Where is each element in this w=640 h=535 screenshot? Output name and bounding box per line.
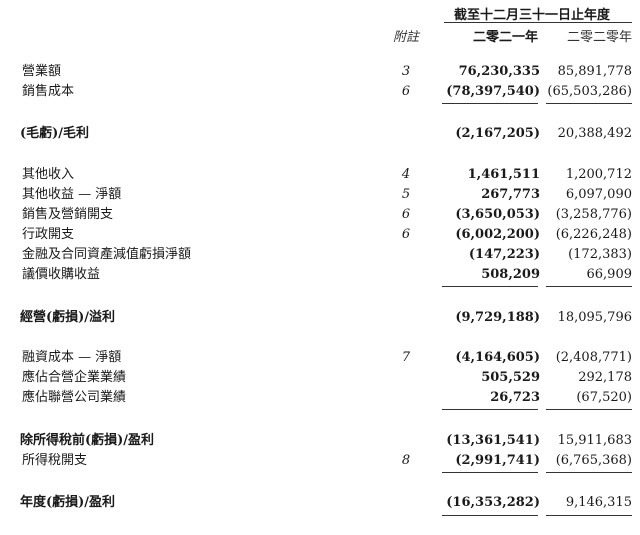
row-value-2020: (3,258,776) bbox=[555, 207, 632, 222]
row-label: 除所得稅前(虧損)/盈利 bbox=[20, 433, 155, 448]
table-row-cost-of-sales: 銷售成本 6 (78,397,540) (65,503,286) bbox=[0, 82, 640, 102]
row-label: 銷售成本 bbox=[22, 84, 75, 99]
row-value-2020: 85,891,778 bbox=[557, 64, 632, 79]
row-note: 6 bbox=[401, 84, 411, 99]
table-row-year-result: 年度(虧損)/盈利 (16,353,282) 9,146,315 bbox=[0, 493, 640, 513]
row-value-2020: 292,178 bbox=[578, 370, 632, 385]
subtotal-rule bbox=[546, 286, 632, 287]
row-label: 行政開支 bbox=[22, 227, 75, 242]
row-label: 議價收購收益 bbox=[22, 267, 101, 282]
table-row-associates: 應佔聯營公司業績 26,723 (67,520) bbox=[0, 388, 640, 408]
row-value-2020: (6,765,368) bbox=[555, 453, 632, 468]
table-row-revenue: 營業額 3 76,230,335 85,891,778 bbox=[0, 62, 640, 82]
row-value-2020: (6,226,248) bbox=[555, 227, 632, 242]
period-heading: 截至十二月三十一日止年度 bbox=[453, 8, 610, 23]
table-row-operating-result: 經營(虧損)/溢利 (9,729,188) 18,095,796 bbox=[0, 308, 640, 328]
table-row-other-income: 其他收入 4 1,461,511 1,200,712 bbox=[0, 165, 640, 185]
row-note: 4 bbox=[401, 167, 411, 182]
table-row-other-gains: 其他收益 — 淨額 5 267,773 6,097,090 bbox=[0, 185, 640, 205]
row-value-2021: 26,723 bbox=[490, 390, 540, 405]
row-label: 金融及合同資產減值虧損淨額 bbox=[22, 247, 192, 262]
row-value-2021: (2,167,205) bbox=[455, 126, 540, 141]
row-value-2021: 76,230,335 bbox=[458, 64, 540, 79]
row-label: 營業額 bbox=[22, 64, 62, 79]
row-value-2021: 505,529 bbox=[481, 370, 540, 385]
table-row-impairment-losses: 金融及合同資產減值虧損淨額 (147,223) (172,383) bbox=[0, 245, 640, 265]
table-row-finance-costs: 融資成本 — 淨額 7 (4,164,605) (2,408,771) bbox=[0, 348, 640, 368]
row-value-2020: 9,146,315 bbox=[565, 495, 632, 510]
subtotal-rule bbox=[442, 286, 538, 287]
subtotal-rule bbox=[442, 472, 538, 473]
row-value-2021: (13,361,541) bbox=[446, 433, 540, 448]
total-rule bbox=[546, 515, 632, 516]
row-value-2020: 15,911,683 bbox=[557, 433, 632, 448]
subtotal-rule bbox=[442, 409, 538, 410]
table-row-joint-ventures: 應佔合營企業業績 505,529 292,178 bbox=[0, 368, 640, 388]
row-value-2021: (78,397,540) bbox=[446, 84, 540, 99]
row-value-2020: (65,503,286) bbox=[547, 84, 632, 99]
row-value-2020: (172,383) bbox=[568, 247, 632, 262]
subtotal-rule bbox=[546, 103, 632, 104]
year-2021-header: 二零二一年 bbox=[472, 30, 538, 45]
row-value-2020: 6,097,090 bbox=[565, 187, 632, 202]
income-statement: 截至十二月三十一日止年度 附註 二零二一年 二零二零年 營業額 3 76,230… bbox=[0, 0, 640, 535]
row-label: 銷售及營銷開支 bbox=[22, 207, 114, 222]
total-rule bbox=[442, 515, 538, 516]
row-value-2020: (67,520) bbox=[576, 390, 632, 405]
subtotal-rule bbox=[546, 409, 632, 410]
row-value-2021: 1,461,511 bbox=[467, 167, 540, 182]
row-label: 應佔聯營公司業績 bbox=[22, 390, 127, 405]
row-note: 6 bbox=[401, 227, 411, 242]
subtotal-rule bbox=[546, 472, 632, 473]
table-row-bargain-purchase-gain: 議價收購收益 508,209 66,909 bbox=[0, 265, 640, 285]
row-note: 6 bbox=[401, 207, 411, 222]
row-value-2021: (2,991,741) bbox=[455, 453, 540, 468]
period-underline bbox=[444, 22, 632, 23]
row-value-2021: (16,353,282) bbox=[446, 495, 540, 510]
table-row-admin-expenses: 行政開支 6 (6,002,200) (6,226,248) bbox=[0, 225, 640, 245]
row-value-2021: (147,223) bbox=[468, 247, 540, 262]
table-row-selling-expenses: 銷售及營銷開支 6 (3,650,053) (3,258,776) bbox=[0, 205, 640, 225]
row-value-2021: 508,209 bbox=[481, 267, 540, 282]
row-note: 8 bbox=[401, 453, 411, 468]
table-row-gross-profit: (毛虧)/毛利 (2,167,205) 20,388,492 bbox=[0, 124, 640, 144]
table-row-profit-before-tax: 除所得稅前(虧損)/盈利 (13,361,541) 15,911,683 bbox=[0, 431, 640, 451]
row-label: 應佔合營企業業績 bbox=[22, 370, 127, 385]
row-value-2020: (2,408,771) bbox=[555, 350, 632, 365]
row-value-2020: 18,095,796 bbox=[557, 310, 632, 325]
row-value-2021: (4,164,605) bbox=[455, 350, 540, 365]
row-value-2020: 1,200,712 bbox=[565, 167, 632, 182]
row-value-2021: (9,729,188) bbox=[455, 310, 540, 325]
row-label: 其他收益 — 淨額 bbox=[22, 187, 122, 202]
row-note: 5 bbox=[401, 187, 411, 202]
row-value-2021: (3,650,053) bbox=[455, 207, 540, 222]
year-2020-header: 二零二零年 bbox=[566, 30, 632, 45]
note-column-header: 附註 bbox=[392, 30, 419, 45]
row-value-2021: (6,002,200) bbox=[455, 227, 540, 242]
row-label: 年度(虧損)/盈利 bbox=[20, 495, 116, 510]
row-label: 所得稅開支 bbox=[22, 453, 88, 468]
table-row-income-tax: 所得稅開支 8 (2,991,741) (6,765,368) bbox=[0, 451, 640, 471]
subtotal-rule bbox=[442, 103, 538, 104]
row-value-2020: 20,388,492 bbox=[557, 126, 632, 141]
row-label: 經營(虧損)/溢利 bbox=[20, 310, 116, 325]
row-value-2021: 267,773 bbox=[481, 187, 540, 202]
row-label: 融資成本 — 淨額 bbox=[22, 350, 122, 365]
row-label: (毛虧)/毛利 bbox=[20, 126, 90, 141]
row-note: 7 bbox=[401, 350, 411, 365]
row-label: 其他收入 bbox=[22, 167, 75, 182]
row-note: 3 bbox=[401, 64, 411, 79]
row-value-2020: 66,909 bbox=[586, 267, 633, 282]
